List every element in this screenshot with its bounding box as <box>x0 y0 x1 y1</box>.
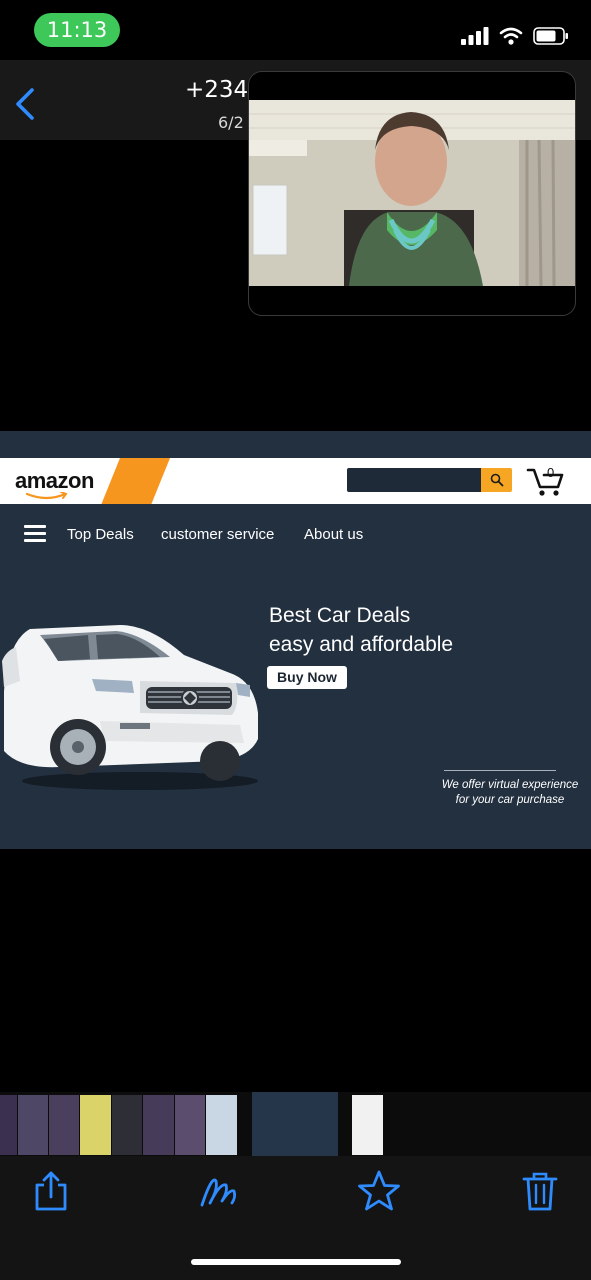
web-search-input[interactable] <box>347 468 481 492</box>
status-time: 11:13 <box>34 13 120 47</box>
thumbnail[interactable] <box>49 1095 79 1155</box>
tagline: We offer virtual experience for your car… <box>440 778 580 808</box>
tagline-divider <box>444 770 556 771</box>
photo-thumbnail-strip[interactable] <box>0 1092 591 1156</box>
amazon-logo: amazon <box>15 468 94 493</box>
video-feed <box>249 100 575 286</box>
nav-top-deals[interactable]: Top Deals <box>67 526 134 543</box>
hamburger-menu-icon[interactable] <box>24 525 46 543</box>
cellular-signal-icon <box>461 27 489 45</box>
tagline-line2: for your car purchase <box>455 794 565 806</box>
thumbnail[interactable] <box>175 1095 205 1155</box>
thumbnail-selected[interactable] <box>252 1092 338 1156</box>
markup-icon[interactable] <box>198 1169 242 1213</box>
back-chevron-icon[interactable] <box>12 86 38 122</box>
hero-title-line2: easy and affordable <box>269 633 454 656</box>
thumbnail[interactable] <box>18 1095 48 1155</box>
status-icons <box>461 24 569 48</box>
share-icon[interactable] <box>29 1169 73 1213</box>
thumbnail[interactable] <box>0 1095 17 1155</box>
battery-icon <box>533 27 568 45</box>
thumbnail[interactable] <box>112 1095 142 1155</box>
buy-now-button[interactable]: Buy Now <box>267 666 347 689</box>
search-icon <box>490 473 503 487</box>
tagline-line1: We offer virtual experience <box>441 779 579 791</box>
favorite-star-icon[interactable] <box>357 1169 401 1213</box>
web-search-button[interactable] <box>481 468 512 492</box>
car-image <box>2 625 258 790</box>
amazon-smile-icon <box>25 492 68 500</box>
nav-customer-service[interactable]: customer service <box>161 526 274 543</box>
orange-accent-stripe <box>101 458 170 504</box>
thumbnail[interactable] <box>80 1095 111 1155</box>
hero-title: Best Car Deals easy and affordable <box>269 601 453 659</box>
website-screenshot: amazon 0 Top Deals customer service Abou… <box>0 431 591 849</box>
delete-trash-icon[interactable] <box>518 1169 562 1213</box>
wifi-icon <box>499 27 523 45</box>
cart-icon[interactable] <box>526 465 566 497</box>
thumbnail[interactable] <box>352 1095 383 1155</box>
cart-count: 0 <box>547 465 555 480</box>
hero-title-line1: Best Car Deals <box>269 604 411 627</box>
nav-about-us[interactable]: About us <box>304 526 363 543</box>
photo-date: 6/2 <box>218 113 244 132</box>
web-header-bar: amazon 0 <box>0 458 591 504</box>
thumbnail[interactable] <box>143 1095 174 1155</box>
home-indicator[interactable] <box>191 1259 401 1265</box>
thumbnail[interactable] <box>206 1095 237 1155</box>
web-top-strip <box>0 431 591 458</box>
video-call-pip[interactable] <box>248 71 576 316</box>
web-nav: Top Deals customer service About us <box>0 521 591 551</box>
contact-title: +234 <box>185 77 249 103</box>
